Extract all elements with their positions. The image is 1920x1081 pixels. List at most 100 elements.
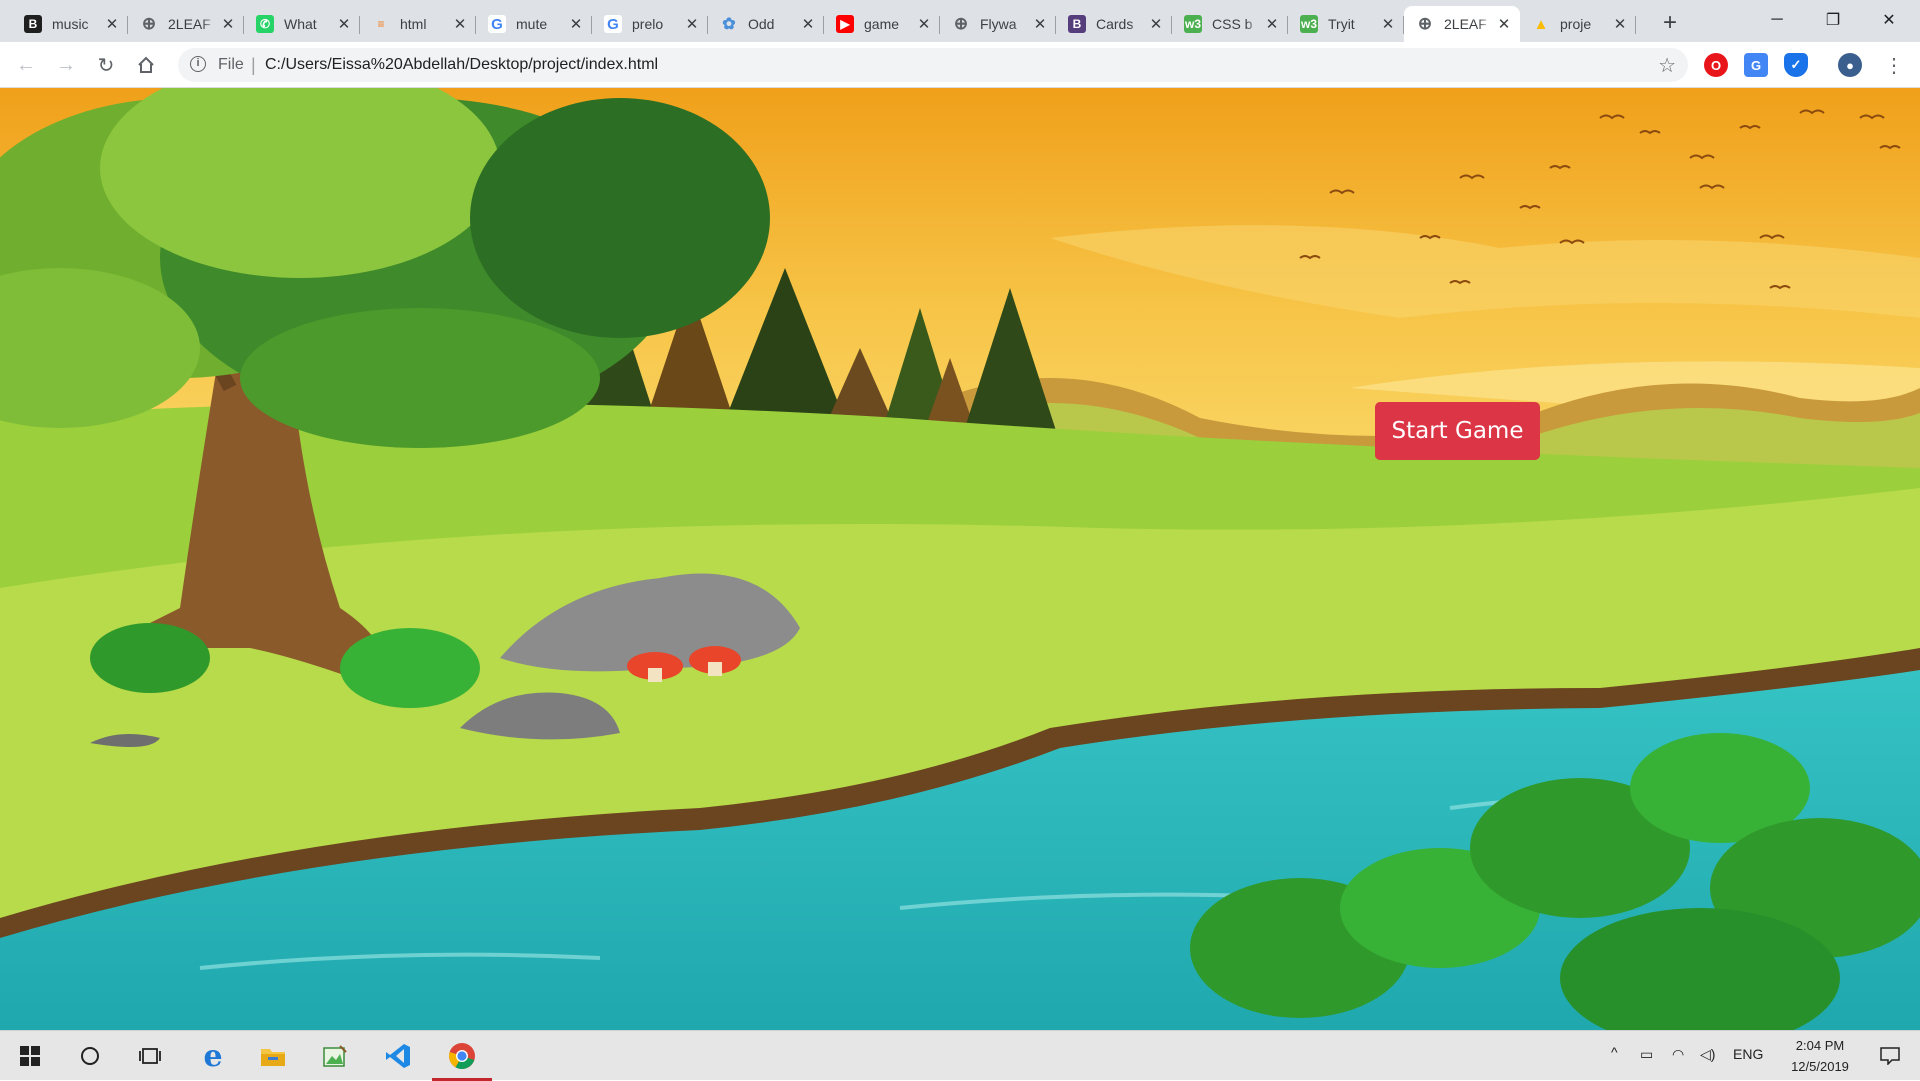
tab-close-icon[interactable]: ✕ bbox=[1264, 16, 1280, 33]
home-icon bbox=[138, 56, 154, 73]
task-view-icon[interactable] bbox=[120, 1031, 180, 1081]
shield-extension-icon[interactable]: ✓ bbox=[1784, 53, 1808, 77]
battery-icon[interactable]: ▭ bbox=[1640, 1046, 1653, 1063]
reload-button[interactable]: ↻ bbox=[90, 49, 122, 81]
back-button[interactable]: ← bbox=[10, 49, 42, 81]
action-center-notification-icon[interactable] bbox=[1860, 1031, 1920, 1081]
chrome-icon[interactable] bbox=[432, 1031, 492, 1081]
google-icon: G bbox=[604, 15, 622, 33]
browser-tab[interactable]: ⊕ Flywa ✕ bbox=[940, 6, 1056, 42]
url-scheme-label: File bbox=[218, 56, 244, 73]
image-app-icon[interactable] bbox=[305, 1031, 365, 1081]
clock-date: 12/5/2019 bbox=[1791, 1059, 1849, 1074]
browser-tab[interactable]: w3 CSS b ✕ bbox=[1172, 6, 1288, 42]
tab-title: CSS b bbox=[1212, 16, 1253, 32]
tab-close-icon[interactable]: ✕ bbox=[568, 16, 584, 33]
tab-title: Cards bbox=[1096, 16, 1134, 32]
bookmark-star-icon[interactable]: ☆ bbox=[1658, 53, 1676, 78]
tab-close-icon[interactable]: ✕ bbox=[684, 16, 700, 33]
new-tab-button[interactable]: + bbox=[1656, 9, 1684, 37]
browser-toolbar: ← → ↻ i File | C:/Users/Eissa%20Abdellah… bbox=[0, 42, 1920, 88]
tab-close-icon[interactable]: ✕ bbox=[220, 16, 236, 33]
globe-icon: ⊕ bbox=[1417, 14, 1433, 33]
volume-icon[interactable]: ◁) bbox=[1700, 1046, 1715, 1063]
tab-close-icon[interactable]: ✕ bbox=[1612, 16, 1628, 33]
gear-icon: ✿ bbox=[722, 16, 736, 33]
show-hidden-icons-chevron-icon[interactable]: ^ bbox=[1611, 1044, 1618, 1060]
globe-icon: ⊕ bbox=[141, 14, 157, 33]
browser-tab[interactable]: ▲ proje ✕ bbox=[1520, 6, 1636, 42]
edge-icon[interactable]: e bbox=[183, 1031, 243, 1081]
kebab-menu-icon: ⋮ bbox=[1884, 54, 1904, 77]
tab-title: game bbox=[864, 16, 900, 32]
forward-button[interactable]: → bbox=[50, 49, 82, 81]
windows-start-icon[interactable] bbox=[0, 1031, 60, 1081]
tab-close-icon[interactable]: ✕ bbox=[916, 16, 932, 33]
tab-title: music bbox=[52, 16, 89, 32]
browser-tab[interactable]: w3 Tryit ✕ bbox=[1288, 6, 1404, 42]
language-indicator[interactable]: ENG bbox=[1733, 1046, 1763, 1062]
tab-close-icon[interactable]: ✕ bbox=[1380, 16, 1396, 33]
vscode-icon[interactable] bbox=[368, 1031, 428, 1081]
browser-tab[interactable]: ⊕ 2LEAF ✕ bbox=[1404, 6, 1520, 42]
tab-close-icon[interactable]: ✕ bbox=[1496, 16, 1512, 33]
w3schools-icon: w3 bbox=[1300, 15, 1318, 33]
tab-separator bbox=[1635, 16, 1636, 34]
clock-time: 2:04 PM bbox=[1795, 1038, 1845, 1053]
youtube-icon: ▶ bbox=[836, 15, 854, 33]
browser-tab[interactable]: ✆ What ✕ bbox=[244, 6, 360, 42]
tab-close-icon[interactable]: ✕ bbox=[800, 16, 816, 33]
browser-tab[interactable]: ≡ html ✕ bbox=[360, 6, 476, 42]
tab-close-icon[interactable]: ✕ bbox=[1032, 16, 1048, 33]
browser-tab[interactable]: Gmute ✕ bbox=[476, 6, 592, 42]
w3schools-icon: w3 bbox=[1184, 15, 1202, 33]
tab-title: prelo bbox=[632, 16, 664, 32]
system-clock[interactable]: 2:04 PM 12/5/2019 bbox=[1775, 1035, 1865, 1077]
google-drive-icon: ▲ bbox=[1533, 15, 1549, 33]
browser-tab[interactable]: Bmusic ✕ bbox=[12, 6, 128, 42]
tab-title: mute bbox=[516, 16, 548, 32]
back-arrow-icon: ← bbox=[16, 53, 36, 76]
browser-tab[interactable]: ⊕ 2LEAF ✕ bbox=[128, 6, 244, 42]
site-info-icon[interactable]: i bbox=[190, 56, 206, 72]
tab-close-icon[interactable]: ✕ bbox=[104, 16, 120, 33]
opera-vpn-extension-icon[interactable]: O bbox=[1704, 53, 1728, 77]
tab-close-icon[interactable]: ✕ bbox=[1148, 16, 1164, 33]
tab-title: What bbox=[284, 16, 317, 32]
url-text[interactable]: C:/Users/Eissa%20Abdellah/Desktop/projec… bbox=[265, 56, 658, 74]
google-icon: G bbox=[488, 15, 506, 33]
stackoverflow-icon: ≡ bbox=[377, 17, 385, 31]
close-window-button[interactable]: ✕ bbox=[1866, 0, 1912, 40]
restore-button[interactable]: ❐ bbox=[1810, 0, 1856, 40]
tab-close-icon[interactable]: ✕ bbox=[336, 16, 352, 33]
wifi-icon[interactable]: ◠ bbox=[1672, 1046, 1684, 1063]
browser-tab[interactable]: ▶ game ✕ bbox=[824, 6, 940, 42]
bootstrap-icon: B bbox=[24, 15, 42, 33]
forward-arrow-icon: → bbox=[56, 53, 76, 76]
forest-river-background bbox=[0, 88, 1920, 1030]
tab-title: proje bbox=[1560, 16, 1592, 32]
home-button[interactable] bbox=[130, 49, 162, 81]
minimize-button[interactable]: ─ bbox=[1754, 0, 1800, 40]
cortana-search-icon[interactable] bbox=[60, 1031, 120, 1081]
page-viewport: Start Game bbox=[0, 88, 1920, 1030]
address-bar[interactable]: i File | C:/Users/Eissa%20Abdellah/Deskt… bbox=[178, 48, 1688, 82]
whatsapp-icon: ✆ bbox=[256, 15, 274, 33]
tab-close-icon[interactable]: ✕ bbox=[452, 16, 468, 33]
tab-title: 2LEAF bbox=[1444, 16, 1487, 32]
url-divider: | bbox=[251, 55, 256, 75]
bootstrap-icon: B bbox=[1068, 15, 1086, 33]
start-game-button[interactable]: Start Game bbox=[1375, 402, 1540, 460]
globe-icon: ⊕ bbox=[953, 14, 969, 33]
profile-avatar[interactable]: ● bbox=[1838, 53, 1862, 77]
file-explorer-icon[interactable] bbox=[243, 1031, 303, 1081]
browser-tab[interactable]: ✿ Odd ✕ bbox=[708, 6, 824, 42]
browser-tab[interactable]: B Cards ✕ bbox=[1056, 6, 1172, 42]
browser-tab[interactable]: Gprelo ✕ bbox=[592, 6, 708, 42]
browser-menu-button[interactable]: ⋮ bbox=[1878, 49, 1910, 81]
tab-title: 2LEAF bbox=[168, 16, 211, 32]
reload-icon: ↻ bbox=[97, 54, 115, 77]
tab-title: html bbox=[400, 16, 427, 32]
tab-strip: Bmusic ✕ ⊕ 2LEAF ✕ ✆ What ✕ ≡ html ✕ Gmute ✕ Gprelo ✕ ✿… bbox=[0, 0, 1920, 42]
google-translate-extension-icon[interactable]: G bbox=[1744, 53, 1768, 77]
